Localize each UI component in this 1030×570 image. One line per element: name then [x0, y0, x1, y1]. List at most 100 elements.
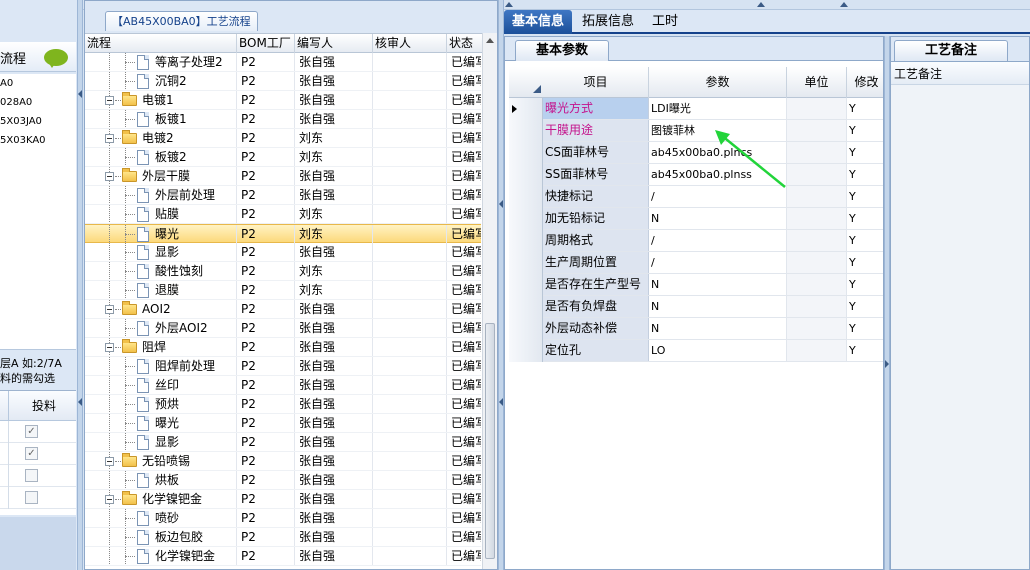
tab-top-2[interactable]: 工时: [644, 10, 686, 34]
param-flag-cell[interactable]: Y: [847, 340, 883, 361]
collapse-toggle-icon[interactable]: [105, 172, 114, 181]
param-unit-cell[interactable]: [787, 318, 847, 339]
collapse-up-icon[interactable]: [757, 2, 765, 7]
column-header-2[interactable]: 编写人: [295, 34, 373, 53]
tree-row[interactable]: 阻焊前处理 P2张自强 已编写: [85, 357, 481, 376]
left-list-item[interactable]: 028A0: [0, 93, 76, 112]
left-splitter[interactable]: [77, 0, 83, 570]
param-row[interactable]: 定位孔 LO Y: [509, 340, 883, 362]
tree-row[interactable]: 无铅喷锡 P2张自强 已编写: [85, 452, 481, 471]
tree-row[interactable]: 化学镍钯金 P2张自强 已编写: [85, 490, 481, 509]
comment-bubble-icon[interactable]: [44, 49, 68, 68]
feed-checkbox[interactable]: ✓: [25, 425, 38, 438]
tree-row[interactable]: 板边包胶 P2张自强 已编写: [85, 528, 481, 547]
collapse-left-icon[interactable]: [499, 398, 503, 406]
param-row[interactable]: 外层动态补偿 N Y: [509, 318, 883, 340]
process-remark-body[interactable]: [891, 85, 1029, 569]
tree-row[interactable]: 板镀1 P2张自强 已编写: [85, 110, 481, 129]
tree-row[interactable]: 沉铜2 P2张自强 已编写: [85, 72, 481, 91]
tab-top-1[interactable]: 拓展信息: [574, 10, 642, 34]
tree-row[interactable]: 外层前处理 P2张自强 已编写: [85, 186, 481, 205]
collapse-right-icon[interactable]: [885, 360, 889, 368]
tree-row[interactable]: 板镀2 P2刘东 已编写: [85, 148, 481, 167]
param-row[interactable]: 生产周期位置 / Y: [509, 252, 883, 274]
left-list-item[interactable]: 5X03JA0: [0, 112, 76, 131]
tree-factory-cell: P2: [241, 281, 295, 299]
tree-row[interactable]: AOI2 P2张自强 已编写: [85, 300, 481, 319]
process-flow-title[interactable]: 【AB45X00BA0】工艺流程: [105, 11, 258, 31]
left-list-item[interactable]: 5X03KA0: [0, 131, 76, 150]
tree-row[interactable]: 电镀1 P2张自强 已编写: [85, 91, 481, 110]
param-unit-cell[interactable]: [787, 252, 847, 273]
column-header-0[interactable]: 流程: [85, 34, 237, 53]
param-value-cell[interactable]: /: [649, 252, 787, 273]
tree-row[interactable]: 烘板 P2张自强 已编写: [85, 471, 481, 490]
collapse-toggle-icon[interactable]: [105, 457, 114, 466]
tree-row[interactable]: 阻焊 P2张自强 已编写: [85, 338, 481, 357]
param-item-cell[interactable]: 是否存在生产型号: [543, 274, 649, 295]
tree-row[interactable]: 预烘 P2张自强 已编写: [85, 395, 481, 414]
tree-row[interactable]: 曝光 P2张自强 已编写: [85, 414, 481, 433]
param-unit-cell[interactable]: [787, 296, 847, 317]
param-value-cell[interactable]: N: [649, 296, 787, 317]
param-value-cell[interactable]: N: [649, 274, 787, 295]
feed-checkbox[interactable]: [25, 469, 38, 482]
param-row[interactable]: 是否存在生产型号 N Y: [509, 274, 883, 296]
param-value-cell[interactable]: LO: [649, 340, 787, 361]
collapse-toggle-icon[interactable]: [105, 96, 114, 105]
param-item-cell[interactable]: 外层动态补偿: [543, 318, 649, 339]
param-item-cell[interactable]: 定位孔: [543, 340, 649, 361]
collapse-left-icon[interactable]: [78, 90, 82, 98]
tree-row[interactable]: 电镀2 P2刘东 已编写: [85, 129, 481, 148]
collapse-up-icon[interactable]: [505, 2, 513, 7]
collapse-left-icon[interactable]: [78, 398, 82, 406]
row-header[interactable]: [509, 340, 543, 362]
tree-writer-cell: 张自强: [299, 167, 373, 185]
param-row[interactable]: 是否有负焊盘 N Y: [509, 296, 883, 318]
tree-row[interactable]: 外层干膜 P2张自强 已编写: [85, 167, 481, 186]
row-header[interactable]: [509, 274, 543, 296]
tree-status-cell: 已编写: [451, 207, 481, 221]
column-header-1[interactable]: BOM工厂: [237, 34, 295, 53]
feed-column-header[interactable]: 投料: [32, 399, 56, 413]
scroll-up-icon[interactable]: [486, 38, 494, 43]
param-flag-cell[interactable]: Y: [847, 318, 883, 339]
tree-row[interactable]: 酸性蚀刻 P2刘东 已编写: [85, 262, 481, 281]
collapse-up-icon[interactable]: [840, 2, 848, 7]
tree-row[interactable]: 曝光 P2刘东 已编写: [85, 224, 481, 243]
param-flag-cell[interactable]: Y: [847, 296, 883, 317]
collapse-toggle-icon[interactable]: [105, 495, 114, 504]
collapse-toggle-icon[interactable]: [105, 134, 114, 143]
tab-top-0[interactable]: 基本信息: [504, 10, 573, 34]
row-header[interactable]: [509, 296, 543, 318]
feed-checkbox[interactable]: ✓: [25, 447, 38, 460]
param-flag-cell[interactable]: Y: [847, 274, 883, 295]
param-value-cell[interactable]: N: [649, 318, 787, 339]
left-list-item[interactable]: A0: [0, 74, 76, 93]
collapse-left-icon[interactable]: [499, 200, 503, 208]
tree-row[interactable]: 显影 P2张自强 已编写: [85, 243, 481, 262]
scroll-thumb[interactable]: [485, 323, 495, 559]
tree-row[interactable]: 化学镍钯金 P2张自强 已编写: [85, 547, 481, 566]
tree-row[interactable]: 喷砂 P2张自强 已编写: [85, 509, 481, 528]
tree-status-cell: 已编写: [451, 188, 481, 202]
param-flag-cell[interactable]: Y: [847, 252, 883, 273]
row-header[interactable]: [509, 252, 543, 274]
tree-row[interactable]: 等离子处理2 P2张自强 已编写: [85, 53, 481, 72]
column-header-3[interactable]: 核审人: [373, 34, 447, 53]
tree-row[interactable]: 丝印 P2张自强 已编写: [85, 376, 481, 395]
row-header[interactable]: [509, 318, 543, 340]
tab-process-remark[interactable]: 工艺备注: [894, 40, 1009, 61]
param-unit-cell[interactable]: [787, 274, 847, 295]
tree-row[interactable]: 贴膜 P2刘东 已编写: [85, 205, 481, 224]
collapse-toggle-icon[interactable]: [105, 305, 114, 314]
param-item-cell[interactable]: 生产周期位置: [543, 252, 649, 273]
collapse-toggle-icon[interactable]: [105, 343, 114, 352]
tree-row[interactable]: 外层AOI2 P2张自强 已编写: [85, 319, 481, 338]
tree-row[interactable]: 显影 P2张自强 已编写: [85, 433, 481, 452]
param-unit-cell[interactable]: [787, 340, 847, 361]
param-item-cell[interactable]: 是否有负焊盘: [543, 296, 649, 317]
tree-row[interactable]: 退膜 P2刘东 已编写: [85, 281, 481, 300]
feed-checkbox[interactable]: [25, 491, 38, 504]
process-vertical-scrollbar[interactable]: [482, 33, 497, 569]
